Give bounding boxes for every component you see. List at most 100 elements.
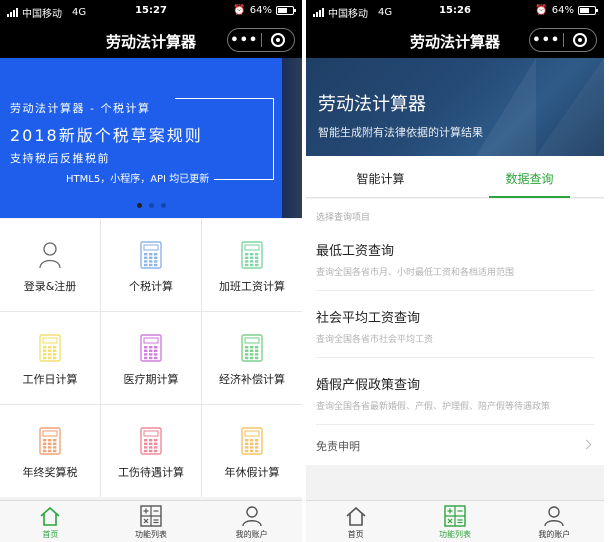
calculator-icon — [241, 241, 263, 269]
close-miniapp-button[interactable] — [564, 33, 597, 47]
miniapp-capsule: ••• — [227, 28, 295, 52]
feature-tile[interactable]: 年终奖算税 — [0, 405, 100, 497]
disclaimer-label: 免责申明 — [316, 440, 360, 453]
query-item-title: 最低工资查询 — [316, 244, 395, 259]
battery-icon — [578, 6, 598, 15]
query-item-leave-policy[interactable]: 婚假产假政策查询 查询全国各省最新婚假、产假、护理假、陪产假等待遇政策 — [316, 359, 594, 425]
close-miniapp-button[interactable] — [262, 33, 295, 47]
query-item-avg-wage[interactable]: 社会平均工资查询 查询全国各省市社会平均工资 — [316, 292, 594, 358]
chevron-right-icon — [581, 439, 592, 450]
banner-next-slide-peek — [282, 58, 302, 218]
segment-tabs: 智能计算 数据查询 — [306, 156, 604, 198]
banner-headline: 2018新版个税草案规则 — [10, 126, 203, 145]
banner-frame-right — [273, 98, 274, 180]
query-item-desc: 查询全国各省最新婚假、产假、护理假、陪产假等待遇政策 — [316, 402, 551, 412]
calculator-icon — [140, 241, 162, 269]
tab-functions-label: 功能列表 — [438, 530, 471, 539]
banner-frame-bottom — [214, 179, 274, 180]
calculator-icon — [241, 427, 263, 455]
tab-home-label: 首页 — [42, 530, 59, 539]
feature-tile-label: 医疗期计算 — [123, 373, 179, 386]
calculator-icon — [140, 427, 162, 455]
status-bar: 中国移动 4G 15:27 ⏰ 64% — [0, 0, 302, 22]
tab-home-label: 首页 — [347, 530, 364, 539]
tab-account[interactable]: 我的账户 — [201, 501, 302, 542]
status-right-group: ⏰ 64% — [233, 5, 296, 16]
calculator-icon — [39, 334, 61, 362]
banner-heading: 劳动法计算器 - 个税计算 — [10, 102, 151, 115]
feature-tile[interactable]: 年休假计算 — [202, 405, 302, 497]
query-item-desc: 查询全国各省市月、小时最低工资和各档适用范围 — [316, 268, 515, 278]
alarm-icon: ⏰ — [233, 5, 246, 16]
banner-platforms: HTML5，小程序，API 均已更新 — [66, 174, 210, 185]
battery-fill — [278, 8, 287, 13]
calculator-icon — [39, 427, 61, 455]
carousel-indicator — [0, 203, 302, 208]
feature-tile-label: 加班工资计算 — [219, 280, 285, 293]
tab-bar: 首页 功能列表 我的账户 — [306, 500, 604, 542]
user-icon — [39, 242, 61, 269]
target-circle-icon — [572, 33, 587, 47]
more-menu-icon[interactable]: ••• — [228, 33, 261, 48]
status-bar: 中国移动 4G 15:26 ⏰ 64% — [306, 0, 604, 22]
query-list: 选择查询项目 最低工资查询 查询全国各省市月、小时最低工资和各档适用范围 社会平… — [306, 199, 604, 465]
tab-smart-calc[interactable]: 智能计算 — [306, 156, 455, 197]
feature-tile[interactable]: 医疗期计算 — [101, 312, 201, 404]
home-icon — [40, 506, 60, 526]
calculator-icon — [140, 334, 162, 362]
feature-tile-label: 年终奖算税 — [22, 466, 78, 479]
tab-data-query[interactable]: 数据查询 — [455, 156, 604, 198]
feature-tile[interactable]: 工作日计算 — [0, 312, 100, 404]
calculator-grid-icon — [140, 505, 162, 527]
battery-percent: 64% — [249, 5, 272, 16]
status-right-group: ⏰ 64% — [535, 5, 598, 16]
miniapp-capsule: ••• — [529, 28, 597, 52]
feature-tile-label: 工作日计算 — [22, 373, 78, 386]
feature-tile-label: 年休假计算 — [224, 466, 280, 479]
tab-bar: 首页 功能列表 我的账户 — [0, 500, 302, 542]
battery-fill — [580, 8, 589, 13]
battery-percent: 64% — [551, 5, 574, 16]
query-item-desc: 查询全国各省市社会平均工资 — [316, 335, 434, 345]
calculator-icon — [241, 334, 263, 362]
calculator-grid-icon — [444, 505, 466, 527]
header-decoration — [476, 58, 536, 156]
phone-screen-right: 中国移动 4G 15:26 ⏰ 64% 劳动法计算器 ••• 劳动法计算器 智能… — [306, 0, 604, 542]
tab-functions[interactable]: 功能列表 — [405, 501, 504, 542]
tab-home[interactable]: 首页 — [306, 501, 405, 542]
feature-tile[interactable]: 个税计算 — [101, 219, 201, 311]
banner-feature: 支持税后反推税前 — [10, 152, 110, 165]
tab-home[interactable]: 首页 — [0, 501, 101, 542]
tab-account-label: 我的账户 — [235, 530, 268, 539]
feature-tile-label: 个税计算 — [129, 280, 173, 293]
tab-functions[interactable]: 功能列表 — [101, 501, 202, 542]
home-icon — [346, 506, 366, 526]
feature-tile-label: 登录&注册 — [23, 280, 77, 293]
banner-frame-top — [175, 98, 273, 99]
alarm-icon: ⏰ — [535, 5, 548, 16]
tab-functions-label: 功能列表 — [135, 530, 167, 539]
nav-bar: 劳动法计算器 ••• — [306, 22, 604, 58]
feature-tile-label: 经济补偿计算 — [219, 373, 285, 386]
carousel-dot[interactable] — [160, 203, 166, 208]
more-menu-icon[interactable]: ••• — [530, 33, 563, 48]
query-item-min-wage[interactable]: 最低工资查询 查询全国各省市月、小时最低工资和各档适用范围 — [316, 225, 594, 291]
feature-tile-label: 工伤待遇计算 — [118, 466, 184, 479]
feature-tile[interactable]: 加班工资计算 — [202, 219, 302, 311]
feature-tile[interactable]: 经济补偿计算 — [202, 312, 302, 404]
user-icon — [241, 506, 262, 527]
query-item-title: 社会平均工资查询 — [316, 311, 421, 326]
disclaimer-row[interactable]: 免责申明 — [316, 433, 594, 457]
battery-icon — [276, 6, 296, 15]
feature-tile[interactable]: 登录&注册 — [0, 219, 100, 311]
feature-grid: 登录&注册 个税计算 加班工资计算工作日计算 医疗期计算 经济补偿计算年终奖算税 工伤待遇… — [0, 219, 302, 497]
query-item-title: 婚假产假政策查询 — [316, 378, 421, 393]
phone-screen-left: 中国移动 4G 15:27 ⏰ 64% 劳动法计算器 ••• 劳动法计算器 - … — [0, 0, 302, 542]
user-icon — [544, 506, 565, 527]
promo-banner[interactable]: 劳动法计算器 - 个税计算 2018新版个税草案规则 支持税后反推税前 HTML… — [0, 58, 302, 218]
feature-tile[interactable]: 工伤待遇计算 — [101, 405, 201, 497]
target-circle-icon — [270, 33, 285, 47]
carousel-dot[interactable] — [136, 203, 142, 208]
carousel-dot[interactable] — [148, 203, 154, 208]
tab-account[interactable]: 我的账户 — [505, 501, 604, 542]
